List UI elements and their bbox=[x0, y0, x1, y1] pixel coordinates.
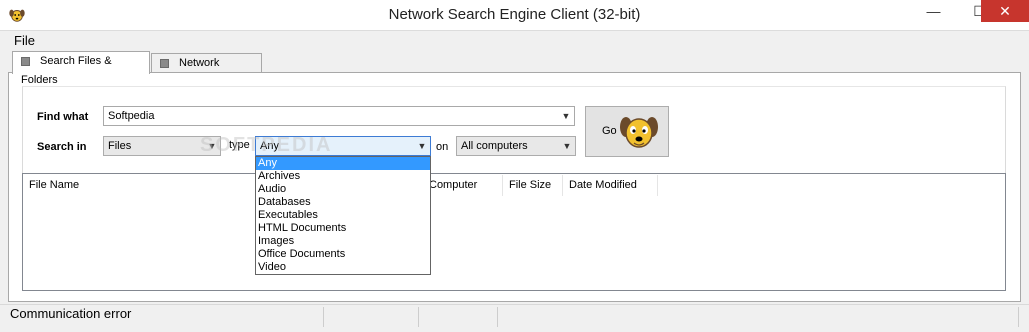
chevron-down-icon[interactable]: ▼ bbox=[560, 107, 572, 125]
type-option-audio[interactable]: Audio bbox=[256, 183, 430, 196]
menu-file[interactable]: File bbox=[14, 33, 35, 48]
title-bar: Network Search Engine Client (32-bit) — … bbox=[0, 0, 1029, 31]
status-separator bbox=[497, 307, 498, 327]
go-button[interactable]: Go bbox=[585, 106, 669, 157]
type-option-video[interactable]: Video bbox=[256, 261, 430, 274]
column-header-file-size[interactable]: File Size bbox=[503, 175, 563, 196]
go-label: Go bbox=[602, 125, 617, 137]
type-option-executables[interactable]: Executables bbox=[256, 209, 430, 222]
type-option-databases[interactable]: Databases bbox=[256, 196, 430, 209]
search-in-label: Search in bbox=[37, 141, 87, 153]
find-what-value: Softpedia bbox=[108, 110, 155, 122]
tab-square-icon bbox=[21, 56, 30, 66]
find-what-label: Find what bbox=[37, 111, 89, 123]
window-title: Network Search Engine Client (32-bit) bbox=[388, 6, 641, 23]
close-button[interactable]: ✕ bbox=[981, 0, 1029, 22]
type-option-office-documents[interactable]: Office Documents bbox=[256, 248, 430, 261]
on-value: All computers bbox=[461, 140, 528, 152]
menu-bar bbox=[0, 31, 1029, 50]
search-group bbox=[22, 86, 1006, 174]
column-header-date-modified[interactable]: Date Modified bbox=[563, 175, 658, 196]
status-text: Communication error bbox=[10, 306, 132, 321]
status-separator bbox=[418, 307, 419, 327]
tab-square-icon bbox=[160, 58, 169, 68]
search-in-value: Files bbox=[108, 140, 132, 152]
type-option-images[interactable]: Images bbox=[256, 235, 430, 248]
type-option-archives[interactable]: Archives bbox=[256, 170, 430, 183]
status-bar bbox=[0, 304, 1029, 332]
find-what-input[interactable]: Softpedia ▼ bbox=[103, 106, 575, 126]
type-option-any[interactable]: Any bbox=[256, 157, 430, 170]
minimize-button[interactable]: — bbox=[911, 0, 956, 22]
on-label: on bbox=[436, 141, 449, 153]
tab-network-browser[interactable]: Network Browser bbox=[151, 53, 262, 88]
column-header-computer[interactable]: Computer bbox=[423, 175, 503, 196]
watermark: SOFTPEDIA bbox=[200, 134, 333, 156]
type-dropdown-list[interactable]: Any Archives Audio Databases Executables… bbox=[255, 156, 431, 275]
chevron-down-icon[interactable]: ▼ bbox=[416, 137, 428, 155]
status-separator bbox=[323, 307, 324, 327]
type-option-html-documents[interactable]: HTML Documents bbox=[256, 222, 430, 235]
status-separator bbox=[1018, 307, 1019, 327]
dog-icon bbox=[620, 117, 658, 148]
tab-search-files-folders[interactable]: Search Files & Folders bbox=[12, 51, 150, 86]
on-select[interactable]: All computers ▼ bbox=[456, 136, 576, 156]
chevron-down-icon[interactable]: ▼ bbox=[561, 137, 573, 155]
